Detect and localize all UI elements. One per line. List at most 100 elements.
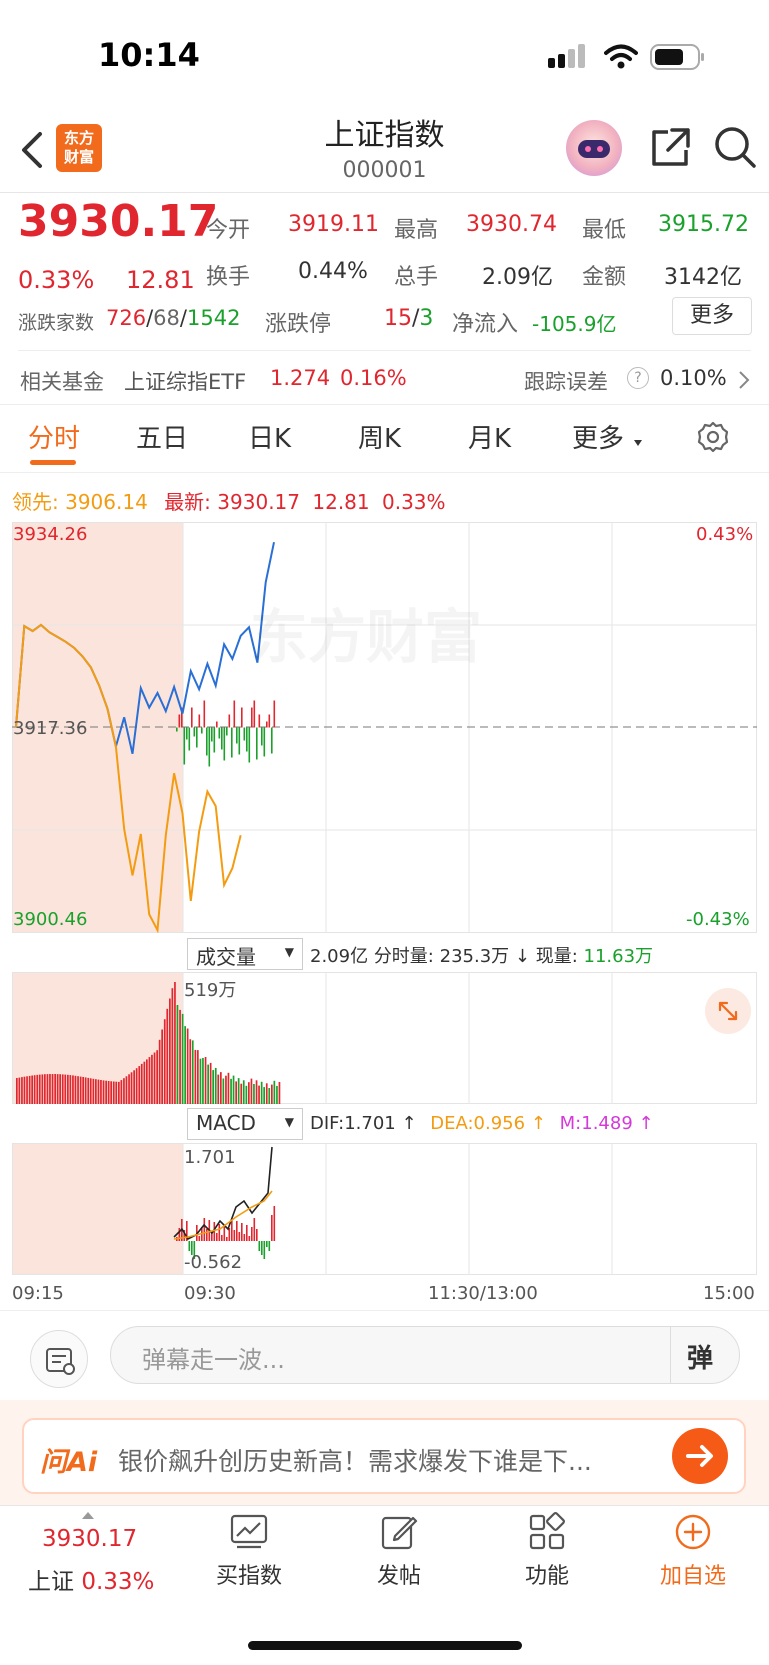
macd-bar (248, 1236, 251, 1241)
tracking-label: 跟踪误差 (524, 370, 608, 394)
tab-intraday[interactable]: 分时 (28, 418, 80, 455)
minute-volume-label: 分时量: (373, 946, 434, 967)
volume-bar (148, 1057, 151, 1104)
volume-bar (115, 1081, 118, 1104)
buy-index-button[interactable]: 买指数 (206, 1512, 292, 1590)
dropdown-triangle-icon (634, 440, 642, 446)
net-flow-bar (206, 727, 208, 756)
danmu-toggle-button[interactable]: 弹 (670, 1326, 740, 1384)
expand-button[interactable] (705, 988, 751, 1034)
more-quote-button[interactable]: 更多 (672, 297, 752, 335)
volume-bar (184, 1026, 186, 1104)
volume-bar (153, 1052, 156, 1104)
chevron-right-icon[interactable] (738, 370, 750, 390)
average-line (15, 623, 242, 933)
macd-bar (256, 1229, 258, 1241)
ai-robot-avatar[interactable] (566, 120, 622, 176)
indicator-selector-macd[interactable]: MACD ▼ (187, 1108, 303, 1140)
volume-bar (105, 1080, 107, 1104)
bottom-item-label: 发帖 (376, 1564, 421, 1589)
tab-daily-k[interactable]: 日K (248, 418, 291, 455)
macd-bar (221, 1235, 223, 1241)
ai-go-button[interactable] (672, 1428, 728, 1484)
net-flow-bar (263, 727, 266, 757)
volume-bar (174, 982, 176, 1104)
volume-peak-label: 519万 (184, 980, 237, 1001)
bottom-item-label: 功能 (524, 1564, 569, 1589)
volume-bar (240, 1083, 243, 1104)
share-icon[interactable] (648, 126, 692, 170)
fund-name[interactable]: 上证综指ETF (124, 366, 246, 396)
volume-bar (100, 1080, 102, 1104)
macd-dif: DIF:1.701 ↑ (310, 1113, 417, 1134)
net-flow-bar (271, 727, 273, 754)
volume-bar (140, 1063, 143, 1104)
index-value[interactable]: 3930.17 (42, 1526, 137, 1552)
battery-icon (650, 44, 704, 70)
volume-bar (186, 1028, 189, 1104)
volume-bar (179, 1009, 181, 1104)
tab-weekly-k[interactable]: 周K (358, 418, 401, 455)
volume-bar (227, 1072, 230, 1104)
macd-max-label: 1.701 (184, 1147, 236, 1168)
net-flow-bar (243, 727, 246, 741)
volume-bar (36, 1074, 39, 1104)
macd-bar (261, 1241, 263, 1255)
open-label: 今开 (206, 218, 251, 243)
high-label: 最高 (394, 218, 439, 243)
tab-five-day[interactable]: 五日 (136, 418, 188, 455)
macd-bar (236, 1221, 238, 1241)
search-icon[interactable] (712, 124, 758, 170)
fund-label: 相关基金 (20, 370, 104, 394)
net-flow-bar (221, 727, 223, 750)
pct-min-label: -0.43% (686, 909, 750, 930)
volume-bar (232, 1075, 235, 1104)
tab-monthly-k[interactable]: 月K (468, 418, 511, 455)
macd-bar (223, 1226, 226, 1241)
time-axis-label: 15:00 (703, 1283, 755, 1304)
fund-pct: 0.16% (340, 366, 407, 390)
index-summary[interactable]: 上证 0.33% (28, 1562, 154, 1596)
volume-bar (158, 1039, 161, 1104)
edit-icon (381, 1516, 418, 1550)
home-indicator (248, 1641, 522, 1650)
time-axis-label: 09:15 (12, 1283, 64, 1304)
limit-down: 3 (419, 306, 434, 331)
volume-bar (220, 1072, 222, 1104)
net-flow-bar (228, 714, 231, 728)
breadth-values: 726/68/1542 (106, 306, 240, 330)
post-button[interactable]: 发帖 (356, 1512, 442, 1590)
add-watchlist-button[interactable]: 加自选 (650, 1512, 736, 1590)
volume-bar (89, 1078, 92, 1104)
volume-bar (59, 1074, 61, 1104)
netflow-value: -105.9亿 (532, 312, 617, 336)
gear-icon[interactable] (696, 420, 730, 454)
net-flow-bar (186, 727, 188, 740)
fund-price: 1.274 (270, 366, 331, 390)
indicator-selector-volume[interactable]: 成交量 ▼ (187, 938, 303, 970)
bottom-item-label: 买指数 (215, 1564, 282, 1589)
tab-more[interactable]: 更多 (572, 418, 624, 455)
comment-list-button[interactable] (30, 1330, 88, 1388)
current-volume-label: 现量: (535, 946, 578, 967)
macd-bar (251, 1227, 253, 1241)
collapse-up-icon[interactable] (82, 1512, 94, 1519)
volume-bar (135, 1068, 138, 1104)
volume-bar (49, 1074, 51, 1104)
macd-info-line: DIF:1.701 ↑ DEA:0.956 ↑ M:1.489 ↑ (310, 1113, 654, 1134)
volume-bar (16, 1078, 18, 1104)
volume-bar (237, 1078, 240, 1104)
volume-bar (74, 1075, 77, 1104)
macd-bar (273, 1206, 276, 1241)
volume-bar (199, 1058, 202, 1104)
functions-button[interactable]: 功能 (504, 1512, 590, 1590)
dropdown-arrow-icon: ▼ (284, 1115, 294, 1129)
arrow-right-icon (686, 1445, 713, 1467)
net-flow-bar (238, 727, 241, 755)
volume-bar (102, 1080, 105, 1104)
help-icon[interactable]: ? (627, 367, 649, 389)
net-flow-bar (226, 727, 228, 736)
volume-bar (204, 1057, 207, 1104)
net-flow-bar (213, 727, 216, 753)
volume-bar (197, 1050, 199, 1104)
